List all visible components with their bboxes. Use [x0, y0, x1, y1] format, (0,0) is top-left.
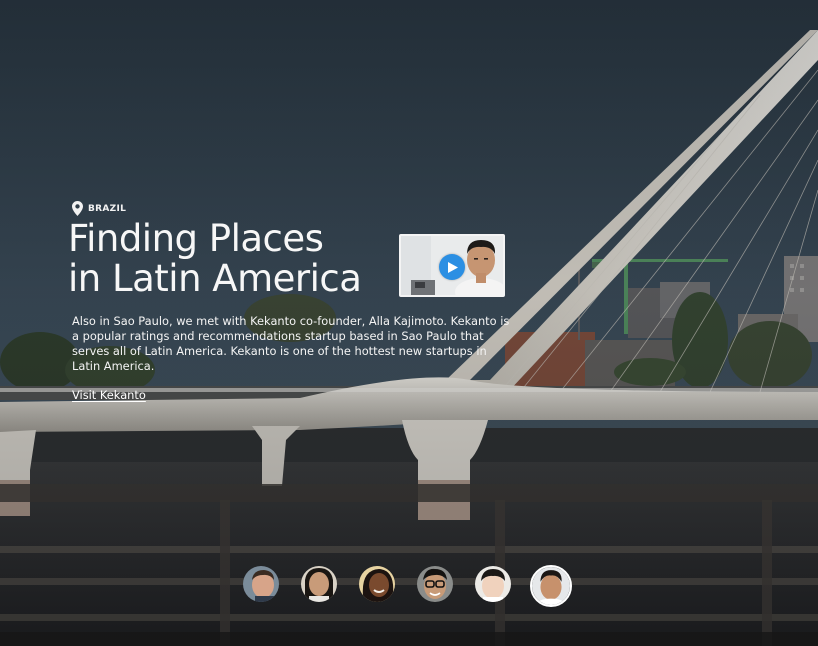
avatar-woman-icon [301, 566, 337, 602]
play-icon [448, 261, 458, 273]
story-title: Finding Places in Latin America [68, 217, 362, 300]
play-button[interactable] [439, 254, 465, 280]
person-avatar-4[interactable] [417, 566, 453, 602]
location-label: BRAZIL [88, 203, 127, 214]
video-thumbnail[interactable] [399, 234, 505, 297]
avatar-man-kekanto-icon [532, 567, 570, 605]
map-pin-icon [72, 201, 83, 216]
person-avatar-5[interactable] [475, 566, 511, 602]
avatar-man-light-icon [475, 566, 511, 602]
person-avatar-1[interactable] [243, 566, 279, 602]
person-avatar-2[interactable] [301, 566, 337, 602]
story-title-line-2: in Latin America [68, 257, 362, 300]
avatar-man-icon [243, 566, 279, 602]
story-title-line-1: Finding Places [68, 217, 324, 260]
person-avatar-3[interactable] [359, 566, 395, 602]
story-slide: BRAZIL Finding Places in Latin America A… [0, 0, 818, 646]
location-tag: BRAZIL [72, 201, 126, 216]
story-description: Also in Sao Paulo, we met with Kekanto c… [72, 314, 510, 373]
avatar-woman-smiling-icon [359, 566, 395, 602]
visit-kekanto-link[interactable]: Visit Kekanto [72, 388, 146, 402]
avatar-man-glasses-icon [417, 566, 453, 602]
person-avatar-6-active[interactable] [530, 565, 572, 607]
